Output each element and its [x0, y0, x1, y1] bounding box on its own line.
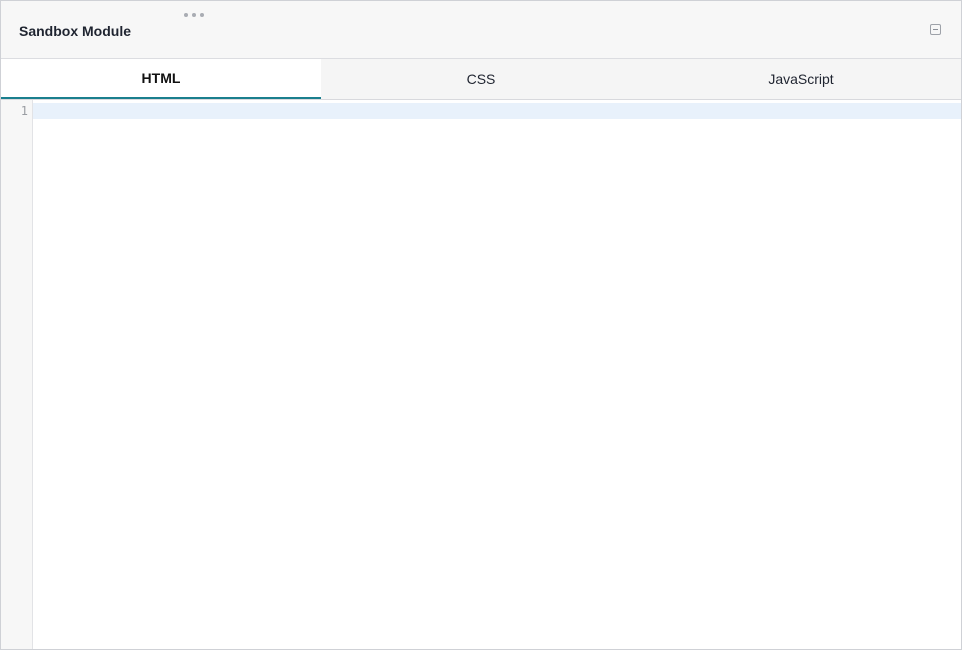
- collapse-icon-bar: [933, 29, 938, 30]
- drag-dot: [184, 13, 188, 17]
- collapse-icon[interactable]: [930, 24, 941, 35]
- drag-dot: [192, 13, 196, 17]
- editor-tabs: HTML CSS JavaScript: [1, 59, 961, 100]
- sandbox-module-panel: Sandbox Module HTML CSS JavaScript 1: [0, 0, 962, 650]
- tab-html[interactable]: HTML: [1, 59, 321, 99]
- module-header: Sandbox Module: [1, 1, 961, 59]
- tab-javascript[interactable]: JavaScript: [641, 59, 961, 99]
- code-editor: 1: [1, 100, 961, 649]
- tab-css[interactable]: CSS: [321, 59, 641, 99]
- module-title: Sandbox Module: [19, 23, 131, 39]
- line-number-gutter: 1: [1, 100, 33, 649]
- drag-dot: [200, 13, 204, 17]
- drag-handle-icon[interactable]: [184, 12, 204, 18]
- code-input-area[interactable]: [33, 100, 961, 649]
- line-number: 1: [20, 104, 28, 118]
